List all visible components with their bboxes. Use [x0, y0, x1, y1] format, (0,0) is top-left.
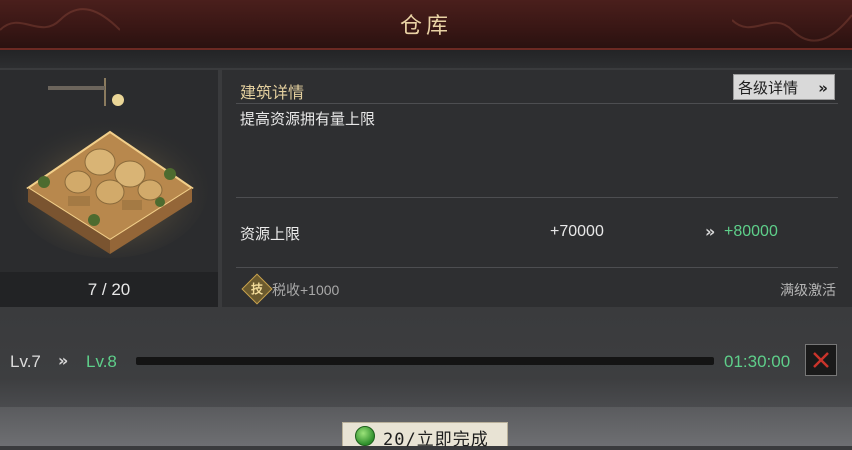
resource-cap-next: +80000	[724, 223, 778, 240]
tech-bonus-text: 税收+1000	[272, 282, 340, 298]
resource-cap-label: 资源上限	[240, 225, 301, 243]
building-count: 7 / 20	[0, 272, 218, 307]
upgrade-timer: 01:30:00	[724, 352, 791, 371]
current-level: Lv.7	[10, 352, 41, 371]
building-description: 提高资源拥有量上限	[240, 110, 376, 128]
page-title: 仓库	[399, 14, 452, 39]
level-details-label: 各级详情	[738, 79, 799, 97]
cancel-upgrade-button[interactable]	[805, 344, 837, 376]
next-level: Lv.8	[86, 352, 117, 371]
divider	[236, 197, 838, 198]
resource-cap-current: +70000	[550, 223, 604, 240]
divider	[236, 103, 838, 104]
double-chevron-right-icon: »	[58, 351, 69, 370]
max-level-note: 满级激活	[780, 283, 836, 299]
details-section-title: 建筑详情	[240, 83, 305, 102]
tech-icon-glyph: 技	[250, 282, 263, 296]
upgrade-progress-bar	[136, 357, 714, 365]
instant-finish-label: 20/立即完成	[383, 430, 489, 450]
close-icon	[813, 352, 829, 368]
title-bar: 仓库	[0, 0, 852, 50]
instant-finish-button[interactable]: 20/立即完成	[342, 422, 508, 450]
jade-coin-icon	[355, 426, 375, 446]
ornament-right	[732, 14, 852, 42]
header-divider-band	[0, 50, 852, 68]
warehouse-building-image	[12, 78, 208, 258]
upgrade-progress-row: Lv.7 » Lv.8 01:30:00	[0, 312, 852, 407]
double-chevron-right-icon: »	[818, 79, 828, 97]
building-details-panel: 建筑详情 各级详情 » 提高资源拥有量上限 资源上限 +70000 » +800…	[222, 70, 852, 307]
double-chevron-right-icon: »	[705, 222, 716, 241]
level-details-button[interactable]: 各级详情 »	[733, 74, 835, 100]
divider	[236, 267, 838, 268]
